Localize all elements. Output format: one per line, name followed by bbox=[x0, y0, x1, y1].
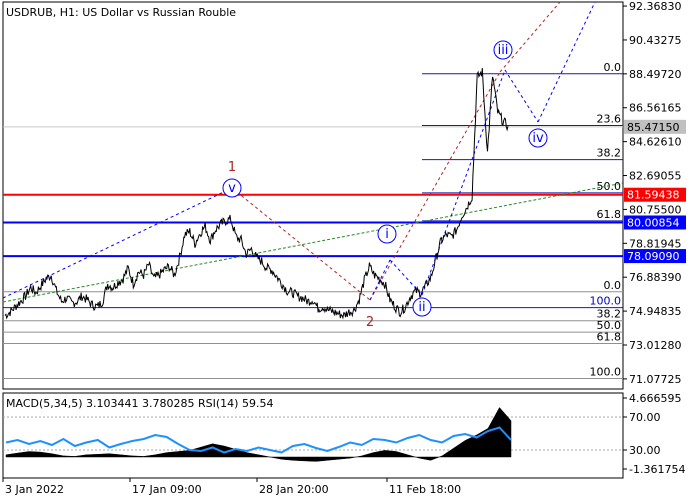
x-tick-label: 3 Jan 2022 bbox=[5, 483, 64, 496]
wave-label: v bbox=[228, 181, 236, 196]
price-tag-label: 81.59438 bbox=[627, 189, 680, 202]
fib-upper-label: 61.8 bbox=[597, 208, 622, 221]
y-tick-label: 73.01280 bbox=[629, 339, 682, 352]
indicator-title: MACD(5,34,5) 3.103441 3.780285 RSI(14) 5… bbox=[6, 397, 273, 410]
fib-upper-label: 38.2 bbox=[597, 147, 622, 160]
wave-label: ii bbox=[418, 300, 425, 315]
y-tick-label: 86.56165 bbox=[629, 102, 682, 115]
y-tick-label: 84.62610 bbox=[629, 136, 682, 149]
wave-label: iii bbox=[498, 43, 509, 58]
fib-upper-label: 0.0 bbox=[604, 61, 622, 74]
y-tick-label: 92.36830 bbox=[629, 0, 682, 13]
wave-label: 1 bbox=[228, 160, 236, 175]
y-tick-label: 88.49720 bbox=[629, 68, 682, 81]
fib-lower-label: 0.0 bbox=[604, 279, 622, 292]
fib-upper-label: 50.0 bbox=[597, 180, 622, 193]
indicator-tick-label: 70.00 bbox=[629, 411, 661, 424]
price-tag-label: 80.00854 bbox=[627, 216, 680, 229]
wave-label: iv bbox=[532, 131, 544, 146]
y-tick-label: 76.88390 bbox=[629, 271, 682, 284]
fib-lower-label: 100.0 bbox=[590, 295, 622, 308]
price-tag-label: 78.09090 bbox=[627, 250, 680, 263]
x-tick-label: 17 Jan 09:00 bbox=[132, 483, 202, 496]
background bbox=[0, 0, 700, 500]
y-tick-label: 80.75500 bbox=[629, 203, 682, 216]
y-tick-label: 71.07725 bbox=[629, 373, 682, 386]
fib-upper-label: 23.6 bbox=[597, 112, 622, 125]
y-tick-label: 82.69055 bbox=[629, 170, 682, 183]
chart-title: USDRUB, H1: US Dollar vs Russian Rouble bbox=[6, 6, 236, 19]
price-tag-label: 85.47150 bbox=[627, 121, 680, 134]
wave-label: i bbox=[385, 227, 389, 242]
y-tick-label: 78.81945 bbox=[629, 237, 682, 250]
fib-lower-label: 100.0 bbox=[590, 365, 622, 378]
wave-label: 2 bbox=[366, 315, 374, 330]
x-tick-label: 11 Feb 18:00 bbox=[389, 483, 461, 496]
chart: 0.023.638.250.061.80.0100.038.250.061.81… bbox=[0, 0, 700, 500]
y-tick-label: 90.43275 bbox=[629, 34, 682, 47]
indicator-tick-label: -1.361754 bbox=[629, 463, 685, 476]
indicator-tick-label: 4.666595 bbox=[629, 392, 682, 405]
x-tick-label: 28 Jan 20:00 bbox=[259, 483, 329, 496]
fib-lower-label: 61.8 bbox=[597, 330, 622, 343]
indicator-tick-label: 30.00 bbox=[629, 444, 661, 457]
y-tick-label: 74.94835 bbox=[629, 305, 682, 318]
